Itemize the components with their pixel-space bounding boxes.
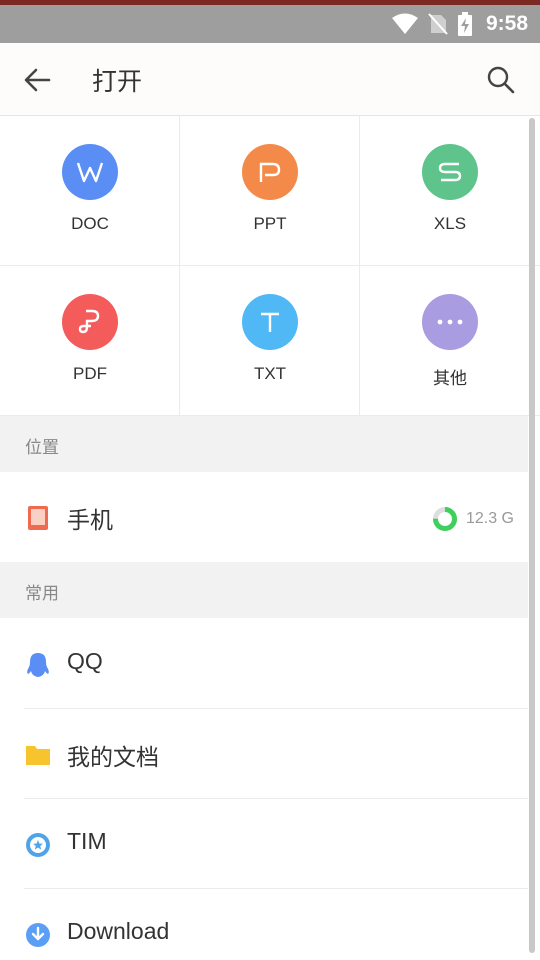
list-item-label: QQ bbox=[67, 648, 103, 674]
section-title: 常用 bbox=[25, 584, 59, 604]
txt-icon bbox=[242, 294, 298, 350]
scrollbar[interactable] bbox=[529, 118, 535, 953]
file-type-label: TXT bbox=[253, 364, 287, 383]
file-type-grid: DOC PPT XLS PDF TXT 其他 bbox=[0, 116, 540, 416]
list-item-tim[interactable]: TIM bbox=[0, 799, 528, 889]
status-time: 9:58 bbox=[485, 12, 528, 35]
file-type-other[interactable]: 其他 bbox=[360, 266, 540, 416]
file-type-pdf[interactable]: PDF bbox=[0, 266, 180, 416]
file-type-label: PDF bbox=[73, 364, 107, 383]
file-type-label: PPT bbox=[253, 214, 287, 233]
wifi-icon bbox=[391, 13, 418, 34]
qq-icon bbox=[27, 653, 49, 677]
app-bar: 打开 bbox=[0, 43, 540, 116]
list-item-label: 手机 bbox=[67, 507, 113, 533]
back-arrow-icon[interactable] bbox=[22, 65, 52, 95]
file-type-label: 其他 bbox=[433, 369, 467, 388]
file-type-doc[interactable]: DOC bbox=[0, 116, 180, 266]
page-title: 打开 bbox=[92, 67, 143, 96]
storage-ring-icon bbox=[432, 507, 457, 531]
list-item-phone[interactable]: 手机 12.3 G bbox=[0, 472, 528, 562]
more-dots-icon bbox=[422, 294, 478, 350]
file-type-label: XLS bbox=[433, 214, 467, 233]
list-item-qq[interactable]: QQ bbox=[0, 619, 528, 709]
section-title: 位置 bbox=[25, 438, 59, 458]
folder-icon bbox=[26, 746, 50, 765]
doc-icon bbox=[62, 144, 118, 200]
file-type-xls[interactable]: XLS bbox=[360, 116, 540, 266]
storage-text: 12.3 G bbox=[465, 510, 514, 527]
storage-indicator: 12.3 G bbox=[432, 506, 514, 532]
tim-icon bbox=[26, 833, 50, 857]
xls-icon bbox=[422, 144, 478, 200]
file-type-label: DOC bbox=[71, 214, 109, 233]
list-item-label: 我的文档 bbox=[67, 744, 159, 770]
download-icon bbox=[26, 923, 50, 947]
section-header-common: 常用 bbox=[0, 562, 528, 618]
section-header-location: 位置 bbox=[0, 416, 528, 472]
battery-charging-icon bbox=[457, 12, 472, 36]
phone-icon bbox=[28, 506, 48, 530]
list-item-download[interactable]: Download bbox=[0, 889, 528, 960]
file-type-ppt[interactable]: PPT bbox=[180, 116, 360, 266]
file-type-txt[interactable]: TXT bbox=[180, 266, 360, 416]
list-item-my-documents[interactable]: 我的文档 bbox=[0, 709, 528, 799]
list-item-label: Download bbox=[67, 918, 170, 944]
list-item-label: TIM bbox=[67, 828, 107, 854]
pdf-icon bbox=[62, 294, 118, 350]
no-sim-icon bbox=[428, 13, 448, 35]
search-icon[interactable] bbox=[486, 65, 516, 95]
status-bar: 9:58 bbox=[0, 5, 540, 43]
ppt-icon bbox=[242, 144, 298, 200]
